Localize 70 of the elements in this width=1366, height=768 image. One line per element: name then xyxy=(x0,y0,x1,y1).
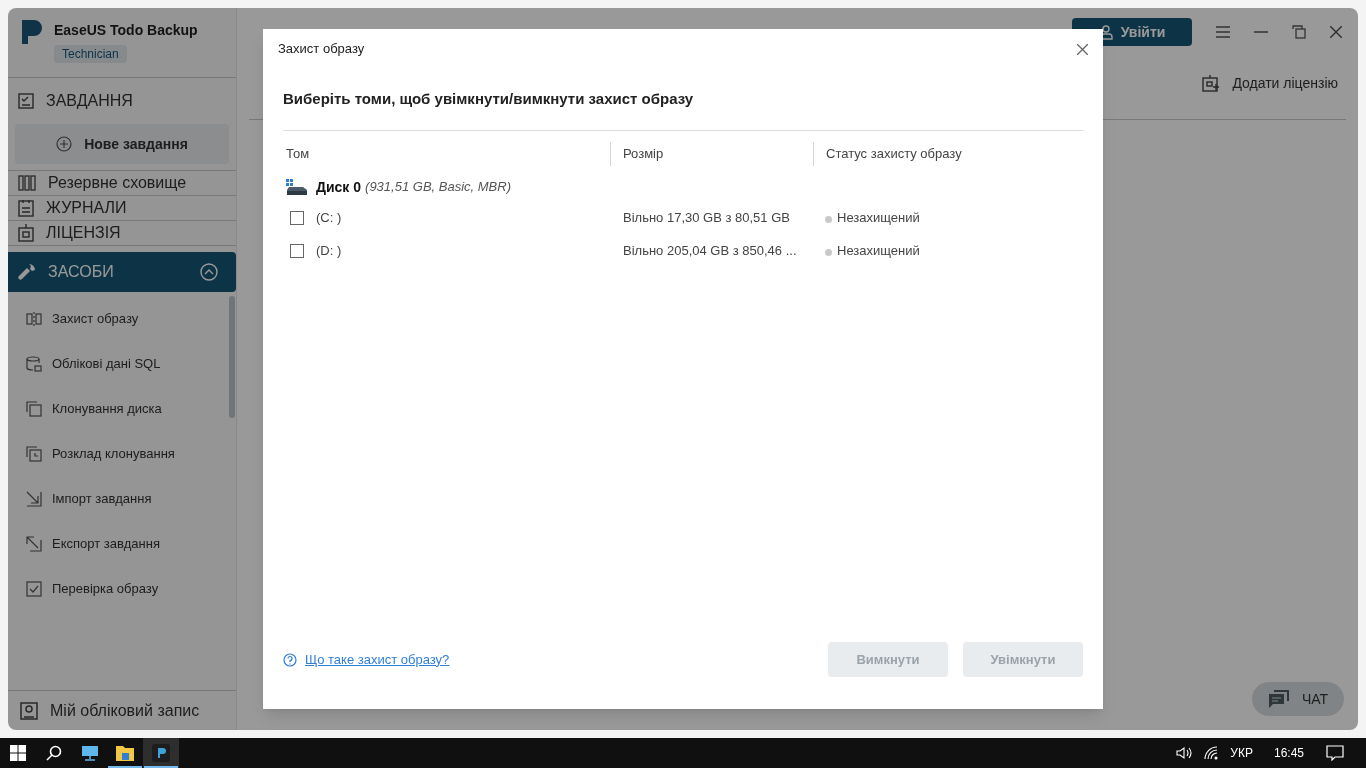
windows-start-icon[interactable] xyxy=(10,745,26,761)
wifi-icon[interactable] xyxy=(1204,746,1219,760)
volume-size: Вільно 205,04 GB з 850,46 ... xyxy=(623,242,797,258)
columns-icon xyxy=(18,175,36,191)
column-header[interactable]: Том xyxy=(286,144,310,164)
dialog-heading: Виберіть томи, щоб увімкнути/вимкнути захист образу xyxy=(283,89,694,110)
volume-name: (C: ) xyxy=(316,208,342,227)
add-license-link[interactable]: Додати ліцензію xyxy=(1232,73,1338,94)
app-logo-icon[interactable] xyxy=(152,744,170,762)
tool-item[interactable]: Клонування диска xyxy=(52,398,162,419)
tool-item[interactable]: Імпорт завдання xyxy=(52,488,152,509)
split-frame-icon xyxy=(26,310,42,327)
export-arrow-icon xyxy=(26,535,42,552)
tool-item[interactable]: Захист образу xyxy=(52,308,139,329)
protection-status: Незахищений xyxy=(837,241,920,260)
taskbar-app[interactable] xyxy=(143,738,179,768)
tools-section[interactable]: ЗАСОБИ xyxy=(8,252,236,292)
copy-icon xyxy=(26,400,42,417)
volume-size: Вільно 17,30 GB з 80,51 GB xyxy=(623,209,790,225)
tool-item[interactable]: Розклад клонування xyxy=(52,443,175,464)
speaker-icon[interactable] xyxy=(1176,746,1193,760)
clipboard-icon xyxy=(18,199,34,217)
chat-icon xyxy=(1267,689,1290,709)
column-header[interactable]: Статус захисту образу xyxy=(826,144,962,164)
dialog-title: Захист образу xyxy=(278,40,365,59)
protection-status: Незахищений xyxy=(837,208,920,227)
menu-icon[interactable] xyxy=(1216,26,1230,38)
disk-details: (931,51 GB, Basic, MBR) xyxy=(365,178,511,197)
language-indicator[interactable]: УКР xyxy=(1230,744,1253,762)
disk-icon xyxy=(286,179,308,195)
edition-badge: Technician xyxy=(54,45,127,63)
sidebar-item[interactable]: Резервне сховище xyxy=(48,171,187,195)
database-lock-icon xyxy=(26,355,42,372)
wrench-icon xyxy=(18,263,36,281)
import-arrow-icon xyxy=(26,490,42,507)
monitor-icon[interactable] xyxy=(81,745,99,761)
chat-button[interactable]: ЧАТ xyxy=(1252,682,1344,716)
column-header[interactable]: Розмір xyxy=(623,144,664,164)
disk-name: Диск 0 xyxy=(316,177,362,197)
tool-item[interactable]: Облікові дані SQL xyxy=(52,353,161,374)
checkbox-icon xyxy=(26,580,42,597)
collapse-icon[interactable] xyxy=(200,263,218,281)
checkbox[interactable] xyxy=(290,210,304,225)
sidebar-item[interactable]: ЗАВДАННЯ xyxy=(46,89,133,113)
tool-item[interactable]: Експорт завдання xyxy=(52,533,160,554)
calendar-copy-icon xyxy=(26,445,42,462)
search-icon[interactable] xyxy=(46,745,62,761)
help-link[interactable]: Що таке захист образу? xyxy=(305,649,450,670)
sidebar-item[interactable]: ЖУРНАЛИ xyxy=(46,196,127,220)
license-icon xyxy=(1202,74,1221,93)
sidebar-item[interactable]: ЛІЦЕНЗІЯ xyxy=(46,221,121,245)
folder-icon[interactable] xyxy=(115,744,135,762)
person-card-icon xyxy=(20,701,38,720)
logo-icon xyxy=(20,20,42,44)
tool-item[interactable]: Перевірка образу xyxy=(52,578,159,599)
license-icon xyxy=(18,224,34,242)
close-icon[interactable] xyxy=(1330,26,1342,38)
checkbox[interactable] xyxy=(290,243,304,258)
close-icon[interactable] xyxy=(1077,43,1088,55)
scrollbar[interactable] xyxy=(229,296,235,418)
checklist-icon xyxy=(18,93,34,109)
notification-icon[interactable] xyxy=(1326,745,1344,761)
restore-icon[interactable] xyxy=(1292,25,1306,39)
account-link[interactable]: Мій обліковий запис xyxy=(50,698,200,723)
app-title: EaseUS Todo Backup xyxy=(54,21,198,40)
plus-circle-icon xyxy=(56,136,73,152)
clock[interactable]: 16:45 xyxy=(1273,744,1304,762)
help-icon xyxy=(283,652,297,667)
volume-name: (D: ) xyxy=(316,241,342,260)
new-task-button[interactable]: Нове завдання xyxy=(15,124,229,164)
